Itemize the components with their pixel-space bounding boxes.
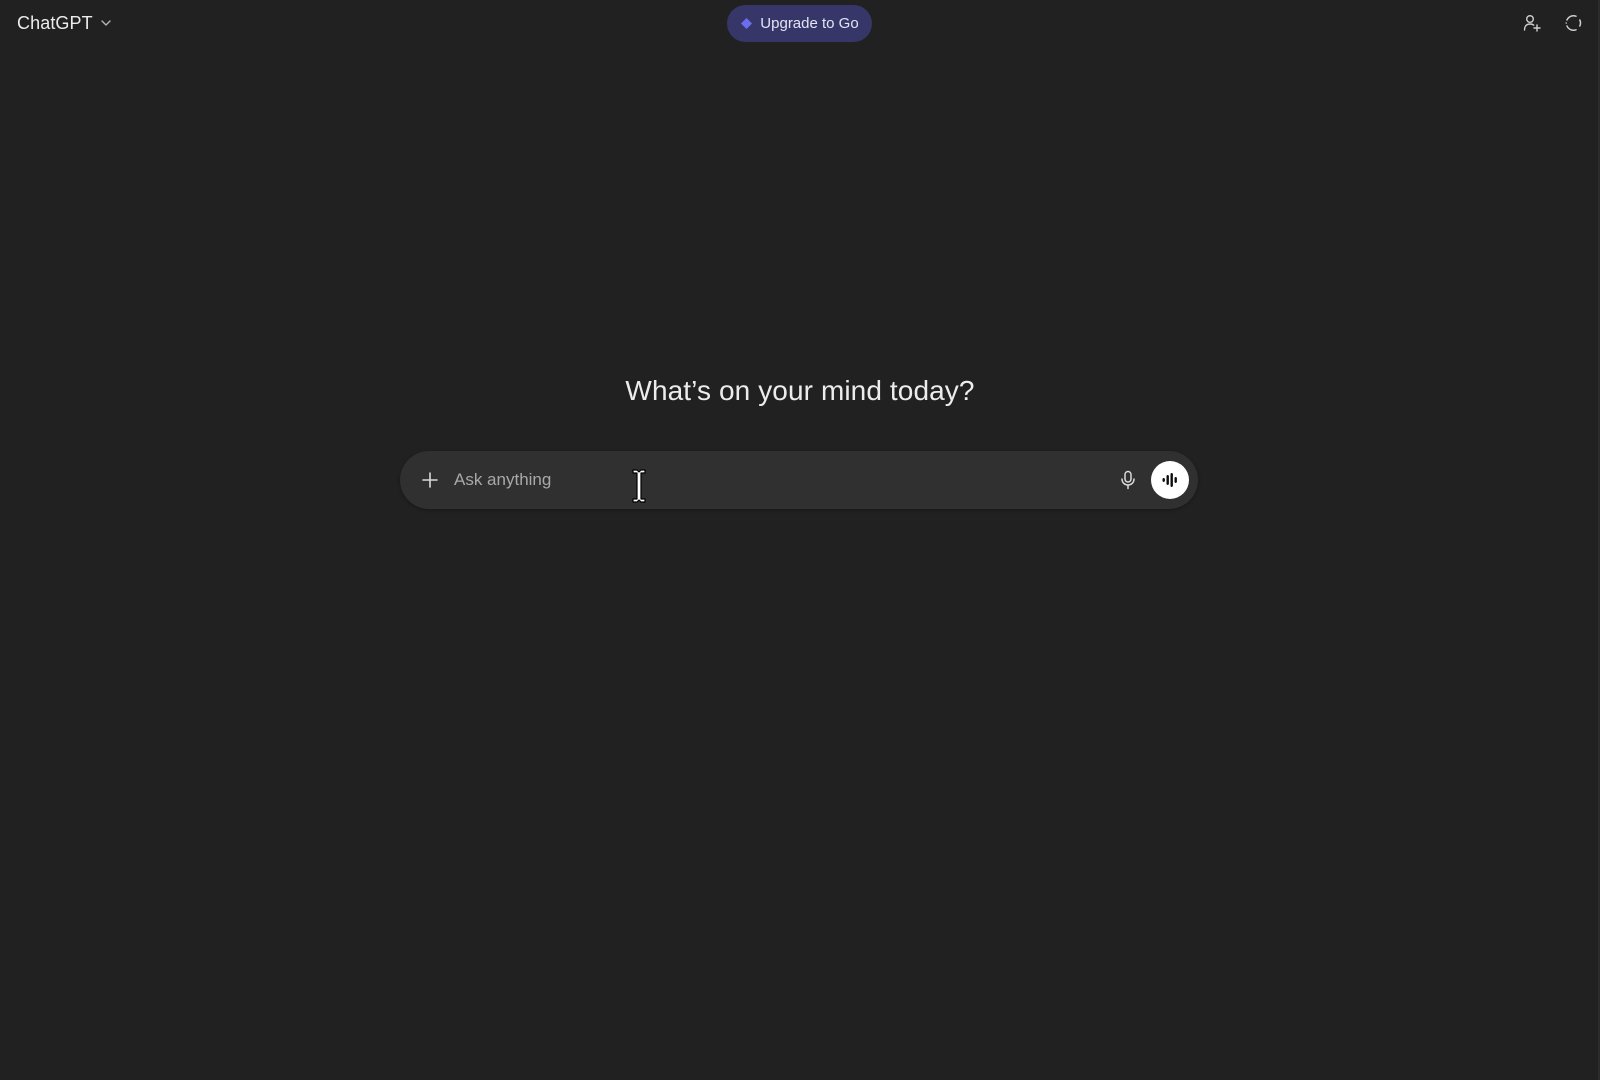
top-bar: ChatGPT Upgrade to Go — [0, 0, 1600, 46]
text-cursor-icon — [632, 469, 646, 503]
model-switcher-button[interactable]: ChatGPT — [10, 8, 120, 38]
model-name: ChatGPT — [17, 12, 93, 33]
page-title: What’s on your mind today? — [625, 375, 975, 406]
prompt-input[interactable] — [454, 465, 1014, 495]
temporary-chat-icon[interactable] — [1561, 11, 1585, 35]
prompt-composer — [400, 451, 1198, 509]
diamond-icon — [740, 17, 753, 30]
chevron-down-icon — [99, 16, 113, 30]
add-person-icon[interactable] — [1520, 11, 1544, 35]
chat-app: ChatGPT Upgrade to Go What’s on your min… — [0, 0, 1600, 1080]
upgrade-label: Upgrade to Go — [760, 15, 859, 32]
upgrade-button[interactable]: Upgrade to Go — [727, 5, 872, 42]
plus-icon[interactable] — [416, 466, 444, 494]
microphone-icon[interactable] — [1114, 466, 1142, 494]
voice-mode-icon[interactable] — [1151, 461, 1189, 499]
